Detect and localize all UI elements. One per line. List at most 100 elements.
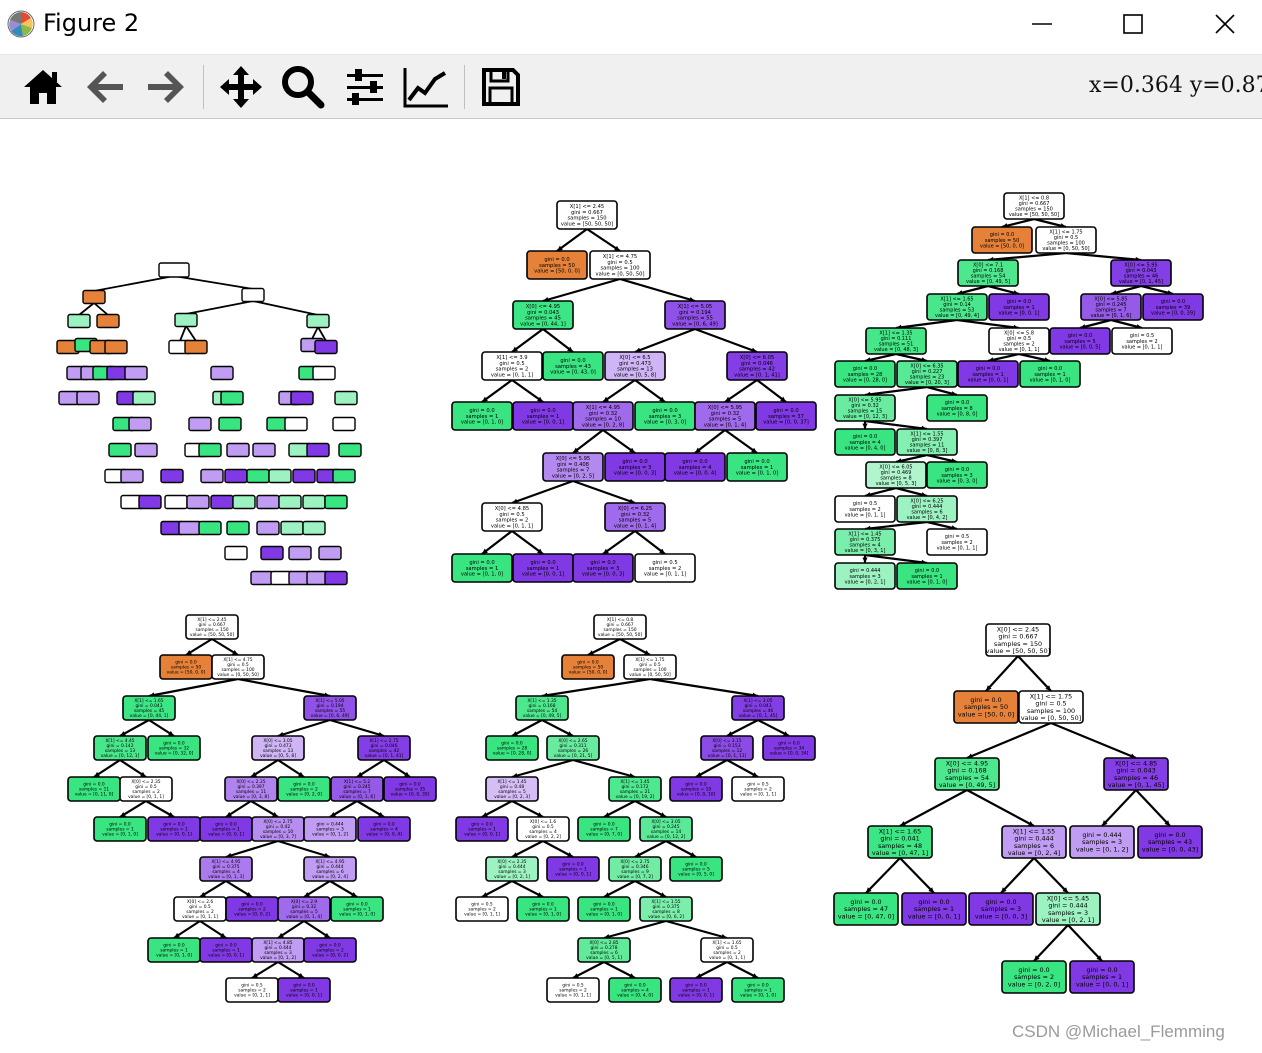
tree-node: gini = 0.0 samples = 4 value = [0, 4, 0] [608,977,662,1003]
tree-edge [634,379,666,403]
tree-node: X[0] <= 5.85 gini = 0.245 samples = 7 value… [1080,293,1142,321]
tree-edge [93,275,175,292]
tree-edge [329,718,385,738]
home-button[interactable] [18,63,68,111]
tree-node-box [226,520,250,536]
tree-node-box [246,468,270,484]
tree-node-box [288,545,312,561]
minimize-button[interactable] [1012,0,1072,48]
tree-node: X[0] <= 6.05 gini = 0.469 samples = 8 value… [865,461,927,489]
tree-node-label: X[0] <= 5.45 gini = 0.444 samples = 3 value… [1042,894,1094,924]
tree-node: gini = 0.0 samples = 43 value = [0, 43, 0] [542,351,604,381]
tree-node-box [67,313,91,329]
tree-edge [586,228,621,252]
tree-node: X[1] <= 1.45 gini = 0.172 samples = 21 valu… [608,776,662,802]
zoom-button[interactable] [278,63,328,111]
tree-node-label: X[0] <= 4.85 gini = 0.5 samples = 2 value =… [491,506,533,529]
tree-edge [511,530,544,555]
tree-node: X[0] <= 2.85 gini = 0.278 samples = 6 value… [577,937,631,963]
configure-subplots-button[interactable] [340,63,390,111]
tree-node-label: X[1] <= 5.05 gini = 0.194 samples = 55 valu… [672,304,718,327]
tree-node: gini = 0.0 samples = 1 value = [0, 0, 1] [1069,960,1135,994]
tree-node-label: X[0] <= 2.35 gini = 0.5 samples = 2 value =… [128,779,164,800]
tree-node-label: X[1] <= 1.55 gini = 0.397 samples = 11 valu… [907,431,948,454]
tree-edge [277,839,331,859]
tree-node: X[0] <= 5.95 gini = 0.32 samples = 5 value … [694,401,756,431]
tree-node-box [178,520,202,536]
forward-arrow-icon [148,71,184,103]
tree-node-box [188,416,212,432]
tree-edge [237,677,331,698]
tree-node: X[1] <= 1.35 gini = 0.111 samples = 51 valu… [865,327,927,355]
tree-node: gini = 0.0 samples = 1 value = [0, 1, 0] [726,452,788,482]
close-button[interactable] [1195,0,1255,48]
tree-node-box [96,313,120,329]
tree-node-label: X[1] <= 3.05 gini = 0.043 samples = 46 valu… [739,698,778,719]
tree-node: gini = 0.0 samples = 1 value = [0, 0, 1] [199,937,253,963]
tree-edge [1135,789,1171,827]
tree-edge [985,655,1019,692]
figure-canvas[interactable]: X[1] <= 2.45 gini = 0.667 samples = 150 val… [0,118,1262,1022]
tree-node-label: X[0] <= 5.8 gini = 0.5 samples = 2 value = … [999,330,1040,353]
tree-edge [1067,924,1103,962]
save-button[interactable] [476,63,526,111]
tree-node: gini = 0.0 samples = 7 value = [0, 7, 0] [577,816,631,842]
tree-node: gini = 0.0 samples = 1 value = [0, 0, 1] [957,360,1019,388]
tree-node-label: X[1] <= 1.55 gini = 0.444 samples = 6 value… [1008,827,1060,857]
tree-node-box [268,468,292,484]
tree-edge [572,758,636,779]
pan-button[interactable] [216,63,266,111]
tree-edge [602,530,636,555]
tree-edge [665,919,728,940]
forward-button[interactable] [141,63,191,111]
tree-node: X[0] <= 6.5 gini = 0.473 samples = 13 value… [604,351,666,381]
tree-node-label: X[0] <= 2.75 gini = 0.346 samples = 9 value… [617,859,653,880]
tree-node-box [256,494,280,510]
tree-node: X[1] <= 5.05 gini = 0.194 samples = 55 valu… [664,300,726,330]
tree-node: X[0] <= 1.6 gini = 0.5 samples = 4 value = … [516,816,570,842]
edit-axis-button[interactable] [401,63,451,111]
tree-node-box [198,442,222,458]
tree-edge [481,379,513,403]
tree-node: gini = 0.5 samples = 2 value = [0, 1, 1] [834,495,896,523]
tree-node-box [241,287,265,303]
tree-node: gini = 0.0 samples = 32 value = [0, 32, 0] [147,735,201,761]
tree-edge [1050,721,1137,760]
tree-edge [173,275,254,290]
tree-node: gini = 0.0 samples = 4 value = [0, 0, 4] [357,816,411,842]
tree-node-label: X[1] <= 1.65 gini = 0.043 samples = 45 valu… [130,698,169,719]
tree-node-box [124,365,148,381]
tree-node: gini = 0.444 samples = 3 value = [0, 1, 2] [1069,825,1135,859]
back-button[interactable] [80,63,130,111]
maximize-button[interactable] [1103,0,1163,48]
tree-node-label: X[0] <= 2.85 gini = 0.278 samples = 6 value… [586,940,622,961]
tree-node-box [250,570,274,586]
tree-edge [864,553,928,565]
tree-node: X[1] <= 4.75 gini = 0.5 samples = 100 value… [211,654,265,680]
tree-node: X[0] <= 2.75 gini = 0.346 samples = 9 value… [608,856,662,882]
tree-edge [724,379,758,403]
tree-node: gini = 0.0 samples = 1 value = [0, 0, 1] [147,816,201,842]
tree-edge [1033,857,1069,894]
tree-node-label: X[0] <= 5.95 gini = 0.32 samples = 5 value … [704,405,746,428]
tree-node: X[1] <= 5.2 gini = 0.245 samples = 7 value … [330,776,384,802]
tree-edge [956,318,1020,330]
tree-node-label: X[1] <= 4.85 gini = 0.444 samples = 3 value… [260,940,296,961]
tree-edge [634,327,696,354]
tree-node: gini = 0.0 samples = 28 value = [0, 28, 0] [485,735,539,761]
tree-node: X[1] <= 1.75 gini = 0.5 samples = 100 value… [623,654,677,680]
decision-tree-3: X[1] <= 2.45 gini = 0.667 samples = 150 val… [67,614,437,1003]
tree-node-label: X[0] <= 6.5 gini = 0.473 samples = 13 value… [614,355,656,378]
tree-node-label: X[0] <= 2.25 gini = 0.397 samples = 11 valu… [233,779,269,800]
tree-node: X[0] <= 5.95 gini = 0.408 samples = 7 value… [542,452,604,482]
tree-node-label: X[1] <= 1.65 gini = 0.041 samples = 48 valu… [872,827,928,857]
decision-tree-1: X[1] <= 2.45 gini = 0.667 samples = 150 val… [451,200,817,583]
tree-edge [1033,924,1069,962]
tree-node-box [314,339,338,355]
tree-edge [987,251,1067,262]
tree-node: gini = 0.0 samples = 5 value = [0, 0, 5] [1049,327,1111,355]
tree-node-label: X[1] <= 1.75 gini = 0.5 samples = 100 value… [1021,692,1081,722]
tree-edge [724,429,758,454]
pan-move-icon [220,66,262,108]
tree-edge [511,758,574,779]
